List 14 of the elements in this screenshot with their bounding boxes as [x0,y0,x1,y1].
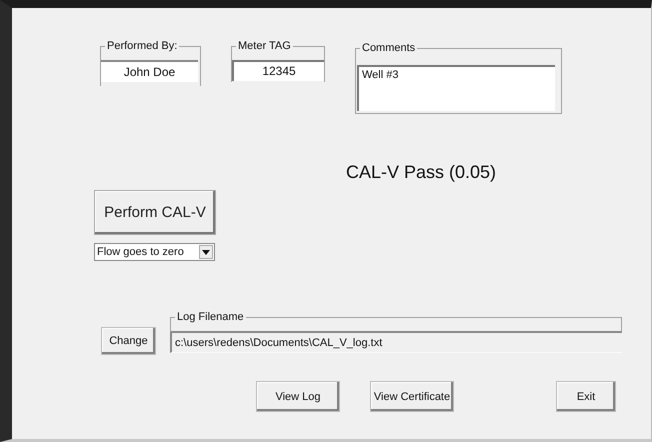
caret-icon [199,245,213,259]
status-text: CAL-V Pass (0.05) [346,162,498,184]
field-label: Log Filename [175,310,246,324]
action-button[interactable]: Exit [556,381,616,412]
action-button[interactable]: View Log [256,381,340,412]
action-button[interactable]: View Certificate [370,381,454,412]
performed-by-field[interactable]: John Doe [101,60,198,82]
change-button[interactable]: Change [101,327,156,355]
comments-field[interactable]: Well #3 [357,65,555,111]
meter-tag-field[interactable]: 12345 [232,60,324,81]
log-filename-field[interactable]: c:\users\redens\Documents\CAL_V_log.txt [170,333,622,353]
mode-dropdown[interactable]: Flow goes to zero [94,243,215,261]
perform-button[interactable]: Perform CAL-V [94,190,216,235]
field-label: Performed By: [105,39,180,53]
